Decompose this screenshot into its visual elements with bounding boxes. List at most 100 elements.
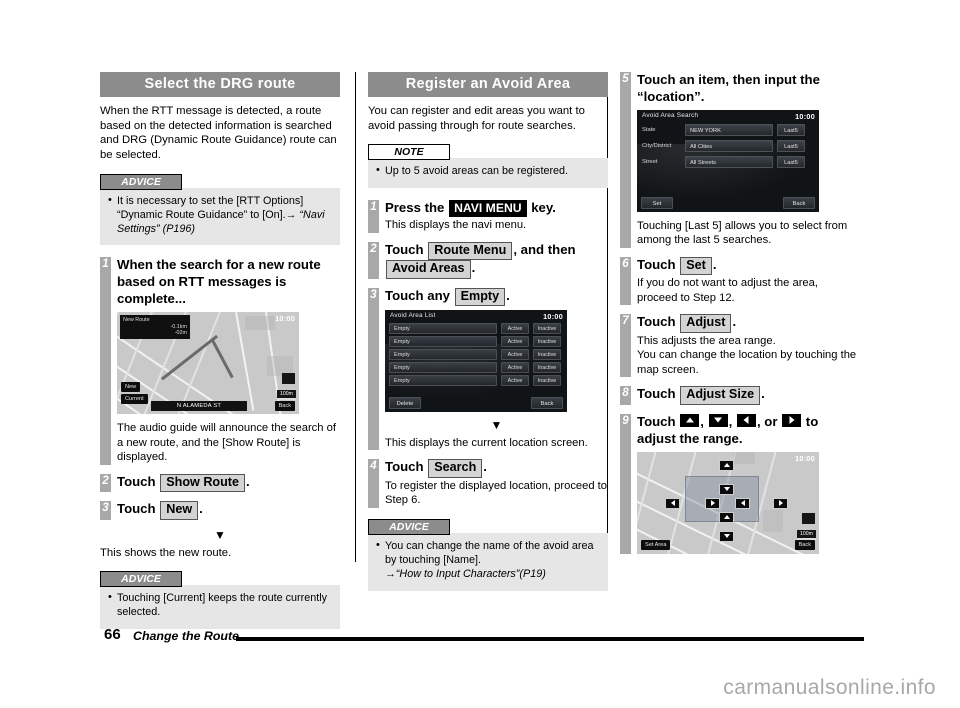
list-delete-button[interactable]: Delete bbox=[389, 396, 421, 409]
key-empty[interactable]: Empty bbox=[454, 287, 506, 306]
arrow-down-icon[interactable] bbox=[708, 413, 728, 427]
down-triangle-icon: ▼ bbox=[490, 417, 503, 432]
search-row-street: Street All Streets Last5 bbox=[637, 155, 819, 168]
step-pre-text: Touch bbox=[637, 413, 676, 429]
map-button-back[interactable]: Back bbox=[274, 401, 295, 412]
search-row-label: City/District bbox=[642, 142, 672, 149]
list-row-inactive-button[interactable]: Inactive bbox=[533, 322, 561, 334]
adjust-map-scale[interactable]: 100m bbox=[797, 529, 816, 540]
list-row-inactive-button[interactable]: Inactive bbox=[533, 335, 561, 347]
route-info-panel: New Route -0.1km -02m bbox=[120, 315, 190, 340]
arrow-right-icon[interactable] bbox=[782, 413, 802, 427]
search-row-label: Street bbox=[642, 158, 658, 165]
step-title: Touch New. bbox=[117, 501, 340, 520]
step-bar bbox=[100, 257, 111, 465]
advice-box-avoid-name: ADVICE You can change the name of the av… bbox=[368, 517, 608, 591]
arrow-left-icon[interactable] bbox=[736, 413, 756, 427]
watermark: carmanualsonline.info bbox=[723, 676, 936, 699]
column-3: 5 Touch an item, then input the “locatio… bbox=[620, 72, 860, 563]
search-back-button[interactable]: Back bbox=[783, 196, 815, 209]
screenshot-new-route-map: New Route -0.1km -02m 10:00 New Current … bbox=[117, 312, 299, 415]
step-post-text: . bbox=[506, 287, 510, 303]
list-row-active-button[interactable]: Active bbox=[501, 348, 529, 360]
map-button-current[interactable]: Current bbox=[121, 394, 148, 405]
list-back-button[interactable]: Back bbox=[531, 396, 563, 409]
search-row-value[interactable]: All Streets bbox=[685, 155, 773, 168]
key-search[interactable]: Search bbox=[428, 459, 483, 478]
arrow-up-icon[interactable] bbox=[680, 413, 700, 427]
manual-page: Select the DRG route When the RTT messag… bbox=[0, 0, 960, 708]
inner-arrow-left-icon[interactable] bbox=[735, 497, 750, 509]
list-row[interactable]: Empty bbox=[389, 322, 497, 334]
step-bar bbox=[620, 413, 631, 554]
step-number: 1 bbox=[370, 200, 377, 213]
step-5-col3: 5 Touch an item, then input the “locatio… bbox=[620, 72, 860, 248]
adjust-map-back-button[interactable]: Back bbox=[794, 539, 815, 550]
list-row[interactable]: Empty bbox=[389, 374, 497, 386]
step-bar bbox=[368, 287, 379, 451]
screenshot-adjust-area-map: 10:00 Set Area Back 100m bbox=[637, 451, 819, 554]
search-row-last5-button[interactable]: Last5 bbox=[777, 123, 805, 136]
compass-icon[interactable] bbox=[282, 373, 295, 385]
search-row-value[interactable]: All Cities bbox=[685, 139, 773, 152]
step-6-col3: 6 Touch Set. If you do not want to adjus… bbox=[620, 256, 860, 306]
search-row-value[interactable]: NEW YORK bbox=[685, 123, 773, 136]
set-area-button[interactable]: Set Area bbox=[641, 539, 671, 550]
list-row-active-button[interactable]: Active bbox=[501, 361, 529, 373]
list-row-inactive-button[interactable]: Inactive bbox=[533, 361, 561, 373]
key-show-route[interactable]: Show Route bbox=[160, 473, 246, 493]
step-6-sub: If you do not want to adjust the area, p… bbox=[637, 277, 818, 304]
list-row-active-button[interactable]: Active bbox=[501, 335, 529, 347]
list-row[interactable]: Empty bbox=[389, 348, 497, 360]
list-row-label: Empty bbox=[394, 339, 410, 346]
search-row-last5-button[interactable]: Last5 bbox=[777, 139, 805, 152]
step-pre-text: Press the bbox=[385, 199, 445, 215]
inner-arrow-down-icon[interactable] bbox=[719, 483, 734, 495]
inner-arrow-right-icon[interactable] bbox=[705, 497, 720, 509]
key-route-menu[interactable]: Route Menu bbox=[428, 241, 513, 261]
list-row-inactive-button[interactable]: Inactive bbox=[533, 348, 561, 360]
key-adjust-size[interactable]: Adjust Size bbox=[680, 386, 761, 405]
key-new[interactable]: New bbox=[160, 501, 199, 520]
key-adjust[interactable]: Adjust bbox=[680, 314, 732, 333]
inner-arrow-up-icon[interactable] bbox=[719, 511, 734, 523]
key-set[interactable]: Set bbox=[680, 256, 712, 276]
note-box-avoid-limit: NOTE Up to 5 avoid areas can be register… bbox=[368, 142, 608, 188]
route-info-time: -02m bbox=[174, 330, 187, 337]
search-set-button[interactable]: Set bbox=[641, 196, 673, 209]
list-row-inactive-button[interactable]: Inactive bbox=[533, 374, 561, 386]
step-number: 3 bbox=[102, 502, 109, 515]
map-scale[interactable]: 100m bbox=[277, 390, 296, 401]
outer-arrow-down-icon[interactable] bbox=[719, 530, 734, 542]
step-title: When the search for a new route based on… bbox=[117, 257, 321, 307]
search-row-city: City/District All Cities Last5 bbox=[637, 139, 819, 152]
step-number: 9 bbox=[622, 414, 629, 427]
step-post-text: . bbox=[761, 386, 765, 402]
step-title: Touch Route Menu, and then Avoid Areas. bbox=[385, 241, 608, 279]
step-number: 4 bbox=[370, 460, 377, 473]
outer-arrow-right-icon[interactable] bbox=[773, 497, 788, 509]
key-navi-menu[interactable]: NAVI MENU bbox=[449, 199, 527, 218]
chapter-title: Change the Route bbox=[133, 629, 240, 643]
advice-box-current-route: ADVICE Touching [Current] keeps the rout… bbox=[100, 569, 340, 629]
step-post-text: key. bbox=[531, 199, 556, 215]
list-row[interactable]: Empty bbox=[389, 335, 497, 347]
list-row-label: Empty bbox=[394, 365, 410, 372]
outer-arrow-up-icon[interactable] bbox=[719, 459, 734, 471]
step-title: Touch Show Route. bbox=[117, 473, 340, 493]
step-sep-1: , bbox=[700, 413, 704, 429]
compass-icon[interactable] bbox=[802, 512, 815, 524]
outer-arrow-left-icon[interactable] bbox=[665, 497, 680, 509]
key-avoid-areas[interactable]: Avoid Areas bbox=[386, 260, 471, 279]
page-footer: 66 Change the Route bbox=[0, 626, 960, 650]
map-button-new[interactable]: New bbox=[121, 382, 141, 393]
after-arrow-text-col1: This shows the new route. bbox=[100, 546, 232, 559]
advice-box-rtt-options: ADVICE It is necessary to set the [RTT O… bbox=[100, 172, 340, 246]
step-title: Touch , , , or to adjust the range. bbox=[637, 413, 860, 448]
list-row-active-button[interactable]: Active bbox=[501, 322, 529, 334]
search-row-last5-button[interactable]: Last5 bbox=[777, 155, 805, 168]
step-number: 8 bbox=[622, 387, 629, 400]
step-number: 2 bbox=[102, 474, 109, 487]
list-row[interactable]: Empty bbox=[389, 361, 497, 373]
list-row-active-button[interactable]: Active bbox=[501, 374, 529, 386]
